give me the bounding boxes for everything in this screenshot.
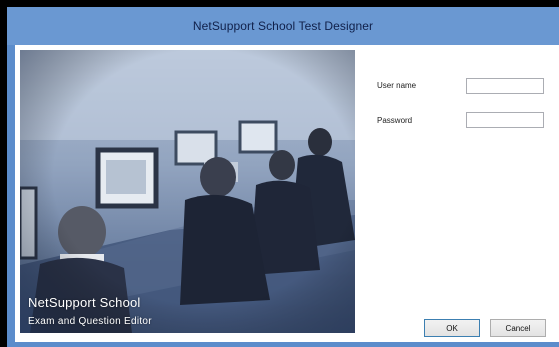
title-bar[interactable]: NetSupport School Test Designer: [7, 7, 559, 45]
brand-subtitle: Exam and Question Editor: [28, 316, 152, 327]
username-input[interactable]: [466, 78, 544, 94]
login-dialog-window: NetSupport School Test Designer NetSuppo…: [7, 7, 559, 347]
brand-name: NetSupport School: [28, 295, 141, 310]
password-input[interactable]: [466, 112, 544, 128]
username-label: User name: [377, 81, 417, 90]
classroom-photo-illustration: [20, 50, 355, 333]
dialog-client-area: NetSupport School Exam and Question Edit…: [15, 45, 559, 342]
ok-button[interactable]: OK: [424, 319, 480, 337]
window-title: NetSupport School Test Designer: [192, 19, 374, 33]
cancel-button[interactable]: Cancel: [490, 319, 546, 337]
splash-image: NetSupport School Exam and Question Edit…: [20, 50, 355, 333]
password-label: Password: [377, 116, 413, 125]
